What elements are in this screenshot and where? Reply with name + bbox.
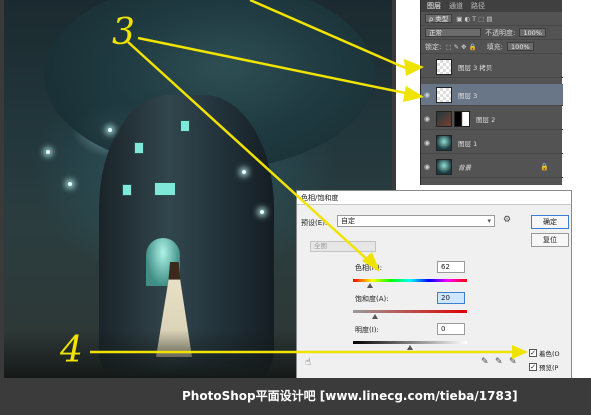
fill-label: 填充:	[486, 42, 504, 51]
firefly-glow	[260, 210, 264, 214]
panel-tabs: 图层 通道 路径	[421, 0, 562, 12]
blend-opacity-row: 正常 不透明度: 100%	[421, 26, 562, 40]
hue-slider-thumb[interactable]	[367, 283, 373, 288]
hand-tool-icon[interactable]: ☝	[305, 357, 311, 368]
saturation-slider-track[interactable]	[353, 310, 467, 313]
lock-icon: 🔒	[540, 162, 549, 171]
layer-row-background[interactable]: ◉ 背景 🔒	[421, 156, 563, 178]
reset-button[interactable]: 复位	[531, 233, 569, 247]
firefly-glow	[108, 128, 112, 132]
colorize-checkbox[interactable]: ✓	[529, 349, 537, 357]
layer-row[interactable]: ◉ 图层 1	[421, 132, 563, 154]
saturation-input[interactable]: 20	[437, 292, 465, 304]
tab-paths[interactable]: 路径	[471, 1, 485, 11]
firefly-glow	[68, 182, 72, 186]
layer-name: 图层 2	[476, 115, 496, 124]
eyedropper-minus-icon[interactable]: ✎	[509, 357, 517, 367]
tree-window	[180, 120, 190, 132]
preset-select[interactable]: 自定	[337, 215, 495, 227]
layer-filter-row: ρ 类型 ▣ ◐ T ⬚ ▤	[421, 12, 562, 26]
annotation-number-4: 4	[60, 330, 83, 371]
preset-label: 预设(E):	[301, 219, 328, 227]
blend-mode-select[interactable]: 正常	[425, 28, 481, 37]
hue-input[interactable]: 62	[437, 261, 465, 273]
lock-fill-row: 锁定: ⬚ ✎ ✥ 🔒 填充: 100%	[421, 40, 562, 54]
layer-thumbnail	[436, 58, 452, 75]
dialog-title: 色相/饱和度	[297, 191, 571, 205]
eye-icon[interactable]: ◉	[421, 163, 433, 171]
hue-slider-track[interactable]	[353, 279, 467, 282]
tab-channels[interactable]: 通道	[449, 1, 463, 11]
colorize-label: 着色(O	[539, 350, 560, 358]
firefly-glow	[46, 150, 50, 154]
colorize-option[interactable]: ✓ 着色(O	[529, 348, 560, 358]
lock-icons[interactable]: ⬚ ✎ ✥ 🔒	[445, 43, 476, 51]
fill-field[interactable]: 100%	[507, 42, 534, 51]
lightness-input[interactable]: 0	[437, 323, 465, 335]
layer-name: 图层 3 拷贝	[458, 63, 493, 72]
opacity-label: 不透明度:	[485, 28, 516, 37]
saturation-label: 饱和度(A):	[355, 295, 389, 303]
channel-select[interactable]: 全图	[310, 241, 376, 252]
layer-name: 背景	[458, 163, 471, 172]
gear-icon[interactable]: ⚙	[503, 215, 511, 225]
eye-icon[interactable]: ◉	[421, 91, 433, 99]
preview-option[interactable]: ✓ 预览(P	[529, 362, 558, 372]
lock-label: 锁定:	[425, 42, 442, 51]
layer-row-selected[interactable]: ◉ 图层 3	[421, 84, 563, 106]
layer-thumbnail	[436, 134, 452, 151]
lightness-label: 明度(I):	[355, 326, 379, 334]
ok-button[interactable]: 确定	[531, 215, 569, 229]
saturation-slider-thumb[interactable]	[372, 314, 378, 319]
layer-thumbnail	[436, 110, 452, 127]
lightness-slider-thumb[interactable]	[407, 345, 413, 350]
layer-name: 图层 3	[458, 91, 478, 100]
eyedropper-plus-icon[interactable]: ✎	[495, 357, 503, 367]
layer-thumbnail	[436, 86, 452, 103]
filter-icons[interactable]: ▣ ◐ T ⬚ ▤	[456, 15, 492, 23]
eye-icon[interactable]: ◉	[421, 139, 433, 147]
hue-label: 色相(H):	[355, 264, 383, 272]
layers-panel: 图层 通道 路径 ρ 类型 ▣ ◐ T ⬚ ▤ 正常 不透明度: 100% 锁定…	[420, 0, 563, 185]
preview-label: 预览(P	[539, 364, 559, 372]
tree-window	[154, 182, 176, 196]
annotation-number-3: 3	[112, 12, 135, 53]
firefly-glow	[242, 170, 246, 174]
watermark-banner: PhotoShop平面设计吧 [www.linecg.com/tieba/178…	[0, 378, 591, 415]
layer-row-masked[interactable]: ◉ 图层 2	[421, 108, 563, 130]
layer-filter-select[interactable]: ρ 类型	[425, 14, 453, 23]
layer-mask-thumbnail[interactable]	[454, 110, 470, 127]
layer-thumbnail	[436, 158, 452, 175]
eyedropper-icon[interactable]: ✎	[481, 357, 489, 367]
lightness-slider-track[interactable]	[353, 341, 467, 344]
tree-window	[122, 184, 132, 196]
hue-saturation-dialog: 色相/饱和度 预设(E): 自定 ⚙ 确定 复位 全图 色相(H): 62 饱和…	[296, 190, 572, 390]
eye-icon[interactable]: ◉	[421, 115, 433, 123]
layer-name: 图层 1	[458, 139, 478, 148]
layer-row-copy[interactable]: 图层 3 拷贝	[421, 56, 563, 78]
preview-checkbox[interactable]: ✓	[529, 363, 537, 371]
opacity-field[interactable]: 100%	[519, 28, 546, 37]
tree-window	[134, 142, 144, 154]
tab-layers[interactable]: 图层	[427, 1, 441, 11]
